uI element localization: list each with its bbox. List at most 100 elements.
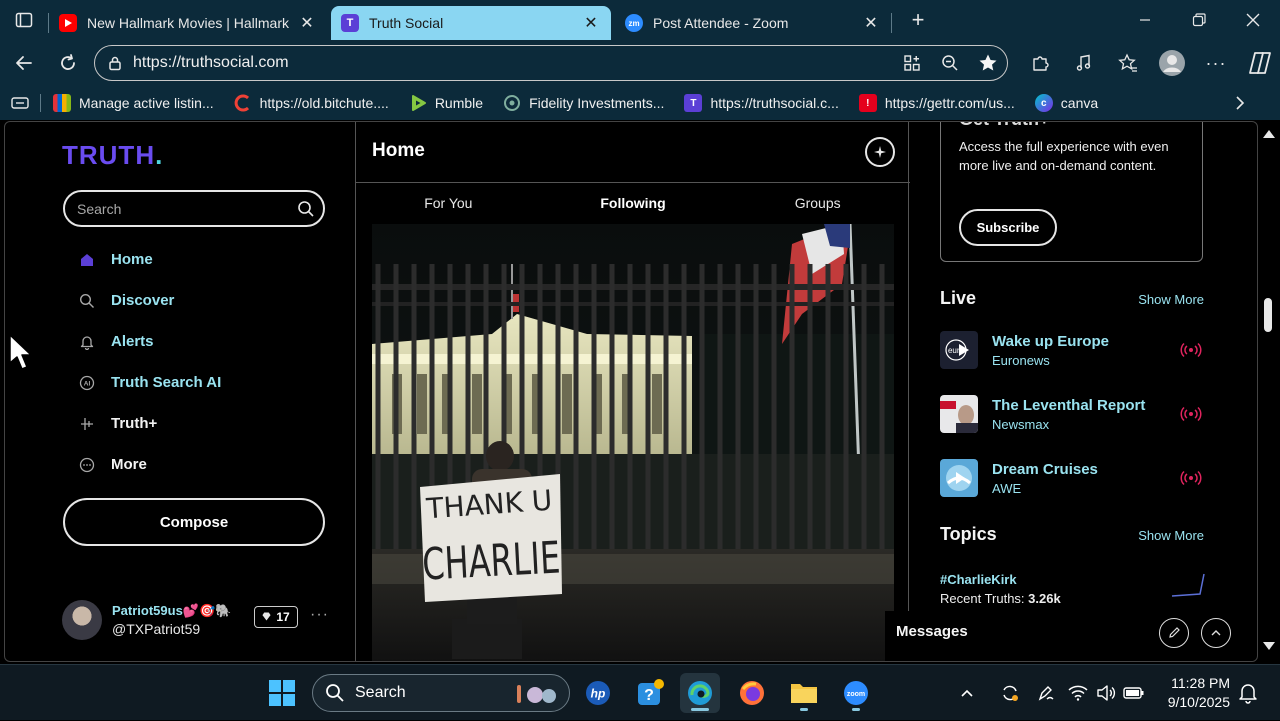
nav-item-more[interactable]: More xyxy=(77,444,221,485)
back-button[interactable] xyxy=(4,43,44,83)
nav-item-truth-search-ai[interactable]: AI Truth Search AI xyxy=(77,362,221,403)
system-clock[interactable]: 11:28 PM 9/10/2025 xyxy=(1150,674,1230,712)
reload-button[interactable] xyxy=(48,43,88,83)
copilot-button[interactable] xyxy=(1238,43,1280,83)
hp-app-icon[interactable]: hp xyxy=(578,673,618,713)
bookmark-label: canva xyxy=(1060,95,1099,111)
media-button[interactable] xyxy=(1062,43,1106,83)
new-tab-button[interactable]: + xyxy=(900,3,936,37)
bookmark-bitchute[interactable]: https://old.bitchute.... xyxy=(234,94,389,112)
profile-button[interactable] xyxy=(1150,43,1194,83)
search-icon[interactable] xyxy=(289,200,323,218)
truth-logo[interactable]: TRUTH. xyxy=(62,140,163,171)
active-app-indicator xyxy=(691,708,709,711)
chevron-right-icon[interactable] xyxy=(1230,93,1250,116)
right-sidebar: Get Truth+ Access the full experience wi… xyxy=(910,122,1257,661)
close-window-button[interactable] xyxy=(1226,0,1280,40)
live-show-more-link[interactable]: Show More xyxy=(1132,292,1204,307)
settings-more-button[interactable]: ··· xyxy=(1194,43,1238,83)
points-badge[interactable]: 17 xyxy=(254,606,298,628)
edge-browser-icon[interactable] xyxy=(680,673,720,713)
feed-options-button[interactable] xyxy=(865,137,895,167)
live-item[interactable]: Dream Cruises AWE xyxy=(940,458,1203,498)
tab-zoom[interactable]: zm Post Attendee - Zoom ✕ xyxy=(615,6,891,40)
collections-icon[interactable] xyxy=(0,96,40,110)
taskbar-search[interactable]: Search xyxy=(312,674,570,712)
live-text: The Leventhal Report Newsmax xyxy=(992,397,1179,432)
bookmark-truthsocial[interactable]: T https://truthsocial.c... xyxy=(684,94,839,112)
favorites-button[interactable] xyxy=(1106,43,1150,83)
nav-item-discover[interactable]: Discover xyxy=(77,280,221,321)
scroll-thumb[interactable] xyxy=(1264,298,1272,332)
lock-icon[interactable] xyxy=(107,55,125,71)
tab-title: Truth Social xyxy=(369,15,444,31)
nav-item-alerts[interactable]: Alerts xyxy=(77,321,221,362)
close-icon[interactable]: ✕ xyxy=(861,13,881,33)
sign-line-2: CHARLIE xyxy=(421,532,561,590)
new-message-button[interactable] xyxy=(1159,618,1189,648)
wifi-icon[interactable] xyxy=(1064,685,1092,701)
battery-icon[interactable] xyxy=(1120,686,1148,700)
scroll-down-icon[interactable] xyxy=(1262,639,1276,657)
tab-for-you[interactable]: For You xyxy=(356,184,541,222)
url-text[interactable]: https://truthsocial.com xyxy=(133,54,893,72)
compose-button[interactable]: Compose xyxy=(63,498,325,546)
bookmark-fidelity[interactable]: Fidelity Investments... xyxy=(503,94,664,112)
pen-icon[interactable] xyxy=(1028,683,1064,703)
tab-separator xyxy=(891,13,892,33)
ellipsis-icon[interactable]: ··· xyxy=(310,606,329,624)
close-icon xyxy=(1246,13,1260,27)
bookmarks-bar: Manage active listin... https://old.bitc… xyxy=(0,86,1280,120)
firefox-icon[interactable] xyxy=(732,673,772,713)
nav-item-truth-plus[interactable]: Truth+ xyxy=(77,403,221,444)
start-button[interactable] xyxy=(262,673,302,713)
notification-bell-icon[interactable] xyxy=(1238,682,1258,709)
zoom-out-icon[interactable] xyxy=(931,54,969,72)
file-explorer-icon[interactable] xyxy=(784,673,824,713)
user-profile[interactable]: Patriot59us💕🎯🐘 @TXPatriot59 17 ··· xyxy=(62,598,352,642)
topic-hashtag[interactable]: #CharlieKirk xyxy=(940,572,1017,587)
bookmark-label: Manage active listin... xyxy=(79,95,214,111)
tab-groups[interactable]: Groups xyxy=(725,184,910,222)
subscribe-button[interactable]: Subscribe xyxy=(959,209,1057,246)
tab-truth-social[interactable]: T Truth Social ✕ xyxy=(331,6,611,40)
reload-icon xyxy=(61,54,75,70)
windows-icon xyxy=(269,680,295,706)
volume-icon[interactable] xyxy=(1092,684,1120,702)
scroll-up-icon[interactable] xyxy=(1262,127,1276,145)
euronews-thumbnail: euro xyxy=(940,331,978,369)
nav-item-home[interactable]: Home xyxy=(77,239,221,280)
close-icon[interactable]: ✕ xyxy=(581,13,601,33)
chevron-up-icon[interactable] xyxy=(956,688,978,698)
minimize-button[interactable] xyxy=(1118,0,1172,40)
zoom-app-icon[interactable]: zoom xyxy=(836,673,876,713)
expand-messages-button[interactable] xyxy=(1201,618,1231,648)
avatar[interactable] xyxy=(62,600,102,640)
bookmark-canva[interactable]: c canva xyxy=(1034,94,1099,112)
sync-icon[interactable] xyxy=(992,683,1028,703)
close-icon[interactable]: ✕ xyxy=(297,13,317,33)
favorite-star-icon[interactable] xyxy=(969,53,1007,73)
address-bar[interactable]: https://truthsocial.com xyxy=(94,45,1008,81)
help-app-icon[interactable]: ? xyxy=(630,673,670,713)
bookmark-rumble[interactable]: Rumble xyxy=(409,94,483,112)
live-item[interactable]: euro Wake up Europe Euronews xyxy=(940,330,1203,370)
bookmark-gettr[interactable]: ! https://gettr.com/us... xyxy=(858,94,1015,112)
topic-count-label: Recent Truths: xyxy=(940,591,1025,603)
topics-show-more-link[interactable]: Show More xyxy=(1132,528,1204,543)
search-field[interactable] xyxy=(63,190,325,227)
live-item[interactable]: The Leventhal Report Newsmax xyxy=(940,394,1203,434)
tab-hallmark[interactable]: New Hallmark Movies | Hallmark C ✕ xyxy=(49,6,327,40)
bookmark-ebay[interactable]: Manage active listin... xyxy=(53,94,214,112)
restore-button[interactable] xyxy=(1172,0,1226,40)
live-source: Newsmax xyxy=(992,416,1050,432)
messages-bar[interactable]: Messages xyxy=(885,611,1255,661)
page-scrollbar[interactable] xyxy=(1258,121,1280,662)
app-available-icon[interactable] xyxy=(893,54,931,72)
post-image[interactable]: THANK U CHARLIE xyxy=(372,224,894,661)
search-input[interactable] xyxy=(77,200,289,217)
tab-actions-button[interactable] xyxy=(0,0,48,40)
tab-following[interactable]: Following xyxy=(541,184,726,222)
extensions-button[interactable] xyxy=(1018,43,1062,83)
home-icon xyxy=(77,250,97,270)
